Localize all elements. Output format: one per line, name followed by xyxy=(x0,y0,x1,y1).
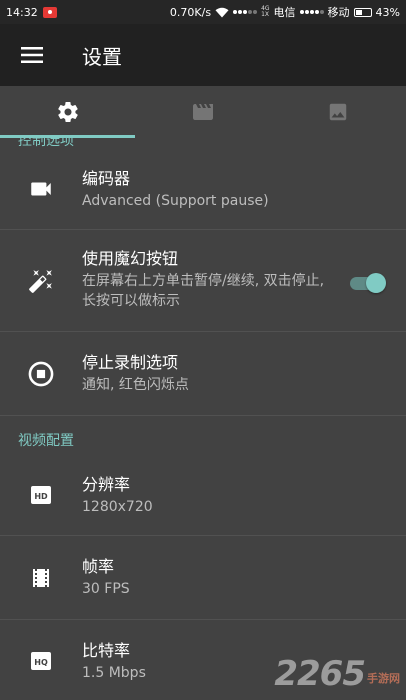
sim-tags: 4G 1X xyxy=(261,6,269,18)
setting-stop-options[interactable]: 停止录制选项 通知, 红色闪烁点 xyxy=(0,332,406,416)
hamburger-menu-icon xyxy=(21,47,43,63)
svg-text:HQ: HQ xyxy=(34,658,48,667)
section-header-control: 控制选项 xyxy=(0,138,406,148)
setting-resolution[interactable]: HD 分辨率 1280x720 xyxy=(0,454,406,536)
gear-icon xyxy=(57,102,78,123)
hq-icon: HQ xyxy=(31,652,51,670)
setting-title: 使用魔幻按钮 xyxy=(82,249,179,268)
status-bar: 14:32 0.70K/s 4G 1X 电信 移动 43% xyxy=(0,0,406,24)
setting-title: 分辨率 xyxy=(82,475,131,494)
menu-button[interactable] xyxy=(0,24,64,86)
icon-wrap xyxy=(0,168,82,210)
battery-icon xyxy=(353,7,372,17)
setting-text: 帧率 30 FPS xyxy=(82,556,406,599)
svg-text:HD: HD xyxy=(34,492,48,501)
watermark-logo: 2265 手游网 xyxy=(274,654,400,694)
battery-percent: 43% xyxy=(375,5,400,19)
image-icon xyxy=(330,103,347,121)
hd-icon: HD xyxy=(31,486,51,504)
tab-settings[interactable] xyxy=(0,86,136,138)
signal-dots-icon xyxy=(233,10,258,14)
setting-title: 编码器 xyxy=(82,169,131,188)
setting-text: 停止录制选项 通知, 红色闪烁点 xyxy=(82,352,406,395)
section-header-video: 视频配置 xyxy=(18,433,74,449)
setting-text: 编码器 Advanced (Support pause) xyxy=(82,168,406,211)
stop-circle-icon xyxy=(28,361,54,387)
film-strip-icon xyxy=(33,569,49,587)
tab-images[interactable] xyxy=(271,86,406,138)
icon-wrap xyxy=(0,248,82,314)
status-right: 0.70K/s 4G 1X 电信 移动 43% xyxy=(170,4,400,20)
setting-text: 分辨率 1280x720 xyxy=(82,474,406,517)
status-left: 14:32 xyxy=(6,6,57,19)
carrier-1: 电信 xyxy=(273,6,296,19)
setting-encoder[interactable]: 编码器 Advanced (Support pause) xyxy=(0,148,406,230)
sim-indicator xyxy=(233,10,258,14)
watermark-number: 2265 xyxy=(274,654,366,694)
setting-summary: Advanced (Support pause) xyxy=(82,193,269,209)
network-speed: 0.70K/s xyxy=(169,5,212,19)
status-time: 14:32 xyxy=(6,5,38,19)
setting-summary: 1280x720 xyxy=(82,499,153,515)
settings-list[interactable]: 控制选项 编码器 Advanced (Support pause) 使用魔幻按钮… xyxy=(0,138,406,700)
setting-frame-rate[interactable]: 帧率 30 FPS xyxy=(0,536,406,620)
setting-summary: 30 FPS xyxy=(82,581,130,597)
setting-title: 停止录制选项 xyxy=(82,353,179,372)
icon-wrap: HQ xyxy=(0,640,82,682)
setting-summary: 在屏幕右上方单击暂停/继续, 双击停止, 长按可以做标示 xyxy=(82,273,325,309)
icon-wrap xyxy=(0,556,82,600)
setting-title: 帧率 xyxy=(82,557,115,576)
carrier-2: 移动 xyxy=(327,6,350,19)
tab-videos[interactable] xyxy=(135,86,270,138)
icon-wrap: HD xyxy=(0,474,82,516)
wifi-icon xyxy=(215,7,229,17)
sim-tag-bottom: 1X xyxy=(261,11,270,18)
section-header-control-label: 控制选项 xyxy=(18,138,74,148)
watermark-site: 手游网 xyxy=(367,672,400,685)
recorder-notification-icon xyxy=(42,6,57,18)
toggle-thumb xyxy=(366,273,386,293)
tab-bar xyxy=(0,86,406,138)
setting-summary: 通知, 红色闪烁点 xyxy=(82,377,189,393)
app-bar: 设置 xyxy=(0,24,406,86)
page-title: 设置 xyxy=(82,44,122,69)
clapperboard-icon xyxy=(192,104,213,120)
magic-button-toggle[interactable] xyxy=(348,273,386,293)
videocam-icon xyxy=(31,182,51,196)
signal-dots-2-icon xyxy=(299,10,324,14)
setting-magic-button[interactable]: 使用魔幻按钮 在屏幕右上方单击暂停/继续, 双击停止, 长按可以做标示 xyxy=(0,230,406,332)
icon-wrap xyxy=(0,352,82,396)
magic-wand-icon xyxy=(29,270,52,293)
